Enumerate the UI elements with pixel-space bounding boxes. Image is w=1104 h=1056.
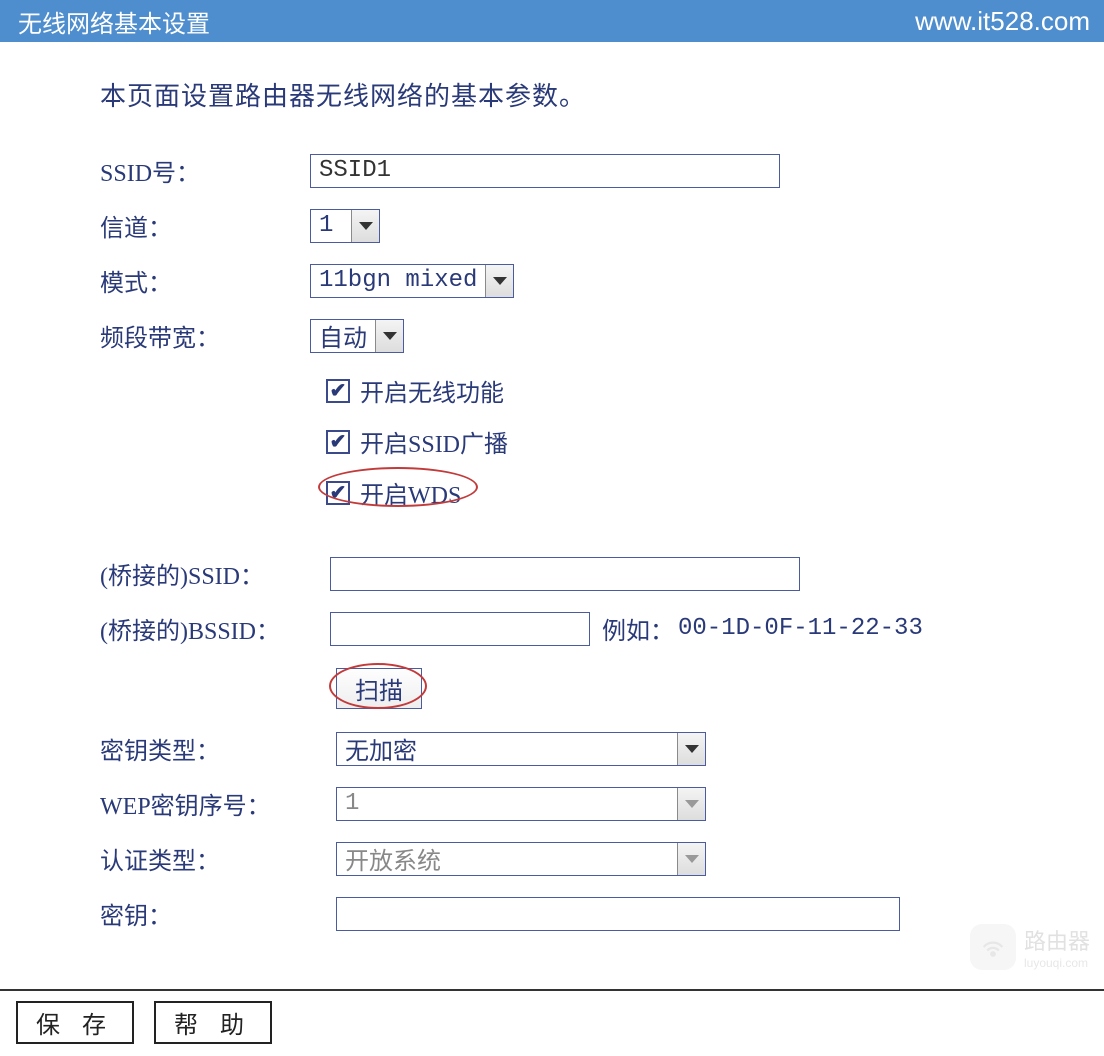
check-icon: ✔ (330, 378, 347, 403)
key-label: 密钥： (100, 896, 336, 931)
chevron-down-icon (383, 332, 397, 340)
bridge-bssid-label: (桥接的)BSSID： (100, 611, 330, 646)
key-type-value: 无加密 (337, 733, 677, 765)
mode-value: 11bgn mixed (311, 265, 485, 297)
check-icon: ✔ (330, 429, 347, 454)
wep-index-value: 1 (337, 788, 677, 820)
chevron-down-icon (685, 855, 699, 863)
key-type-dropdown-button[interactable] (677, 733, 705, 765)
auth-type-value: 开放系统 (337, 843, 677, 875)
auth-type-dropdown-button[interactable] (677, 843, 705, 875)
mode-select[interactable]: 11bgn mixed (310, 264, 514, 298)
bssid-hint-example: 00-1D-0F-11-22-33 (678, 615, 923, 642)
auth-type-select[interactable]: 开放系统 (336, 842, 706, 876)
check-icon: ✔ (330, 480, 347, 505)
wep-index-dropdown-button[interactable] (677, 788, 705, 820)
enable-wireless-checkbox[interactable]: ✔ (326, 379, 350, 403)
bandwidth-label: 频段带宽： (100, 318, 310, 353)
help-button-label: 帮 助 (174, 1013, 252, 1039)
save-button-label: 保 存 (36, 1013, 114, 1039)
title-bar: 无线网络基本设置 www.it528.com (0, 0, 1104, 42)
wep-index-label: WEP密钥序号： (100, 786, 336, 821)
chevron-down-icon (359, 222, 373, 230)
key-type-label: 密钥类型： (100, 731, 336, 766)
chevron-down-icon (493, 277, 507, 285)
chevron-down-icon (685, 745, 699, 753)
enable-ssid-broadcast-label: 开启SSID广播 (360, 424, 508, 459)
mode-label: 模式： (100, 263, 310, 298)
scan-button[interactable]: 扫描 (336, 668, 422, 709)
auth-type-label: 认证类型： (100, 841, 336, 876)
bridge-bssid-input[interactable] (330, 612, 590, 646)
description: 本页面设置路由器无线网络的基本参数。 (100, 76, 1076, 113)
content-area: 本页面设置路由器无线网络的基本参数。 SSID号： 信道： 1 模式： 11bg… (0, 42, 1104, 959)
page-title: 无线网络基本设置 (18, 4, 210, 39)
bridge-section: (桥接的)SSID： (桥接的)BSSID： 例如： 00-1D-0F-11-2… (100, 556, 1076, 931)
enable-wds-label: 开启WDS (360, 475, 461, 510)
key-type-select[interactable]: 无加密 (336, 732, 706, 766)
enable-ssid-broadcast-checkbox[interactable]: ✔ (326, 430, 350, 454)
wep-index-select[interactable]: 1 (336, 787, 706, 821)
chevron-down-icon (685, 800, 699, 808)
channel-select[interactable]: 1 (310, 209, 380, 243)
bssid-hint-label: 例如： (602, 611, 674, 646)
bandwidth-dropdown-button[interactable] (375, 320, 403, 352)
enable-wireless-label: 开启无线功能 (360, 373, 504, 408)
save-button[interactable]: 保 存 (16, 1001, 134, 1044)
bandwidth-value: 自动 (311, 320, 375, 352)
enable-wds-wrap: ✔ 开启WDS (326, 475, 461, 510)
bridge-ssid-label: (桥接的)SSID： (100, 556, 330, 591)
ssid-label: SSID号： (100, 153, 310, 188)
channel-label: 信道： (100, 208, 310, 243)
channel-value: 1 (311, 210, 351, 242)
bandwidth-select[interactable]: 自动 (310, 319, 404, 353)
key-input[interactable] (336, 897, 900, 931)
scan-button-label: 扫描 (355, 679, 403, 705)
site-url: www.it528.com (915, 6, 1090, 37)
ssid-input[interactable] (310, 154, 780, 188)
channel-dropdown-button[interactable] (351, 210, 379, 242)
footer: 保 存 帮 助 (0, 991, 1104, 1056)
enable-wds-checkbox[interactable]: ✔ (326, 481, 350, 505)
bridge-ssid-input[interactable] (330, 557, 800, 591)
help-button[interactable]: 帮 助 (154, 1001, 272, 1044)
mode-dropdown-button[interactable] (485, 265, 513, 297)
